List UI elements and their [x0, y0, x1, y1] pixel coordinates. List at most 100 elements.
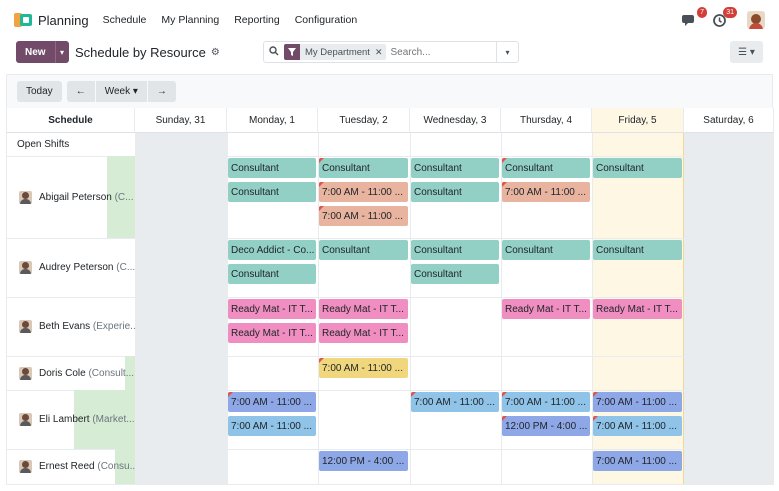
shift-pill[interactable]: Consultant — [411, 182, 499, 202]
shift-pill[interactable]: Ready Mat - IT T... — [228, 299, 316, 319]
resource-name: Abigail Peterson (C... — [39, 191, 134, 203]
day-header: Monday, 1 — [227, 108, 318, 133]
resource-row-header[interactable]: Ernest Reed (Consu... — [7, 449, 135, 484]
view-switcher-list-icon[interactable]: ☰ ▾ — [730, 41, 763, 63]
day-header: Sunday, 31 — [135, 108, 227, 133]
activity-badge: 31 — [723, 7, 737, 18]
shift-pill[interactable]: Consultant — [593, 240, 682, 260]
shift-pill[interactable]: 7:00 AM - 11:00 ... — [319, 358, 408, 378]
avatar — [19, 460, 32, 473]
shift-pill[interactable]: 7:00 AM - 11:00 ... — [593, 451, 682, 471]
avatar — [19, 320, 32, 333]
resource-row-header[interactable]: Beth Evans (Experie... — [7, 297, 135, 356]
day-header: Tuesday, 2 — [318, 108, 410, 133]
top-navbar: Planning Schedule My Planning Reporting … — [0, 0, 779, 40]
shift-pill[interactable]: Ready Mat - IT T... — [502, 299, 590, 319]
avatar — [19, 366, 32, 380]
resource-name: Audrey Peterson (C... — [39, 262, 135, 273]
resource-row-header[interactable]: Eli Lambert (Market... — [7, 390, 135, 449]
shift-pill[interactable]: Consultant — [411, 240, 499, 260]
menu-reporting[interactable]: Reporting — [234, 14, 280, 26]
day-header: Saturday, 6 — [684, 108, 774, 133]
shift-pill[interactable]: Ready Mat - IT T... — [319, 323, 408, 343]
shift-pill[interactable]: 7:00 AM - 11:00 ... — [502, 182, 590, 202]
day-header: Friday, 5 — [592, 108, 684, 133]
column-divider — [135, 133, 136, 484]
shift-pill[interactable]: Consultant — [228, 182, 316, 202]
shift-pill[interactable]: Consultant — [502, 158, 590, 178]
weekend-column — [135, 133, 227, 484]
app-name[interactable]: Planning — [38, 13, 89, 28]
planning-logo-icon — [14, 13, 32, 27]
row-divider — [7, 484, 774, 485]
shift-pill[interactable]: 7:00 AM - 11:00 ... — [411, 392, 499, 412]
gantt-toolbar: Today ← Week ▾ → — [17, 81, 176, 102]
weekend-column — [684, 133, 774, 484]
chat-icon[interactable]: 7 — [679, 7, 707, 30]
shift-pill[interactable]: 7:00 AM - 11:00 ... — [319, 206, 408, 226]
search-bar: My Department ✕ ▾ — [263, 41, 519, 63]
menu-schedule[interactable]: Schedule — [103, 14, 147, 26]
menu-my-planning[interactable]: My Planning — [161, 14, 219, 26]
page-title: Schedule by Resource ⚙ — [75, 45, 220, 60]
period-controls: ← Week ▾ → — [66, 81, 176, 102]
resource-role: (Consult... — [85, 367, 135, 379]
scale-dropdown[interactable]: Week ▾ — [95, 81, 148, 102]
shift-pill[interactable]: 7:00 AM - 11:00 ... — [593, 416, 682, 436]
today-button[interactable]: Today — [17, 81, 62, 102]
shift-pill[interactable]: Ready Mat - IT T... — [593, 299, 682, 319]
brand[interactable]: Planning — [14, 13, 103, 28]
shift-pill[interactable]: 12:00 PM - 4:00 ... — [319, 451, 408, 471]
resource-row-header[interactable]: Doris Cole (Consult... — [7, 356, 135, 390]
search-icon[interactable] — [264, 45, 284, 59]
avatar — [19, 261, 32, 274]
day-header: Thursday, 4 — [501, 108, 592, 133]
shift-pill[interactable]: 7:00 AM - 11:00 ... — [502, 392, 590, 412]
new-dropdown-chevron-icon[interactable]: ▾ — [54, 41, 69, 63]
day-header: Wednesday, 3 — [410, 108, 501, 133]
shift-pill[interactable]: 7:00 AM - 11:00 ... — [228, 392, 316, 412]
filter-facet: My Department ✕ — [284, 44, 387, 60]
shift-pill[interactable]: Consultant — [502, 240, 590, 260]
shift-pill[interactable]: Ready Mat - IT T... — [319, 299, 408, 319]
next-arrow-icon[interactable]: → — [147, 81, 176, 102]
shift-pill[interactable]: 7:00 AM - 11:00 ... — [228, 416, 316, 436]
resource-name: Ernest Reed (Consu... — [39, 461, 135, 472]
filter-icon — [284, 44, 300, 60]
resource-role: (Experie... — [90, 321, 135, 332]
new-button-group: New ▾ — [16, 41, 69, 63]
activity-clock-icon[interactable]: 31 — [709, 7, 737, 30]
new-button[interactable]: New — [16, 41, 55, 63]
shift-pill[interactable]: 7:00 AM - 11:00 ... — [319, 182, 408, 202]
shift-pill[interactable]: Consultant — [411, 158, 499, 178]
shift-pill[interactable]: Ready Mat - IT T... — [228, 323, 316, 343]
search-options-chevron-icon[interactable]: ▾ — [496, 42, 518, 62]
resource-name: Beth Evans (Experie... — [39, 321, 135, 332]
shift-pill[interactable]: 12:00 PM - 4:00 ... — [502, 416, 590, 436]
resource-role: (Consu... — [94, 461, 135, 472]
facet-remove-icon[interactable]: ✕ — [375, 47, 387, 58]
previous-arrow-icon[interactable]: ← — [66, 81, 96, 102]
column-divider — [684, 133, 685, 484]
shift-pill[interactable]: Consultant — [593, 158, 682, 178]
gantt-view: Today ← Week ▾ → Schedule Sunday, 31 Monda… — [6, 74, 774, 486]
resource-row-header[interactable]: Audrey Peterson (C... — [7, 238, 135, 297]
schedule-grid: Schedule Sunday, 31 Monday, 1 Tuesday, 2 Wed… — [7, 108, 774, 486]
shift-pill[interactable]: Consultant — [319, 240, 408, 260]
gear-icon[interactable]: ⚙ — [211, 47, 220, 58]
user-avatar[interactable] — [747, 11, 765, 29]
shift-pill[interactable]: Consultant — [228, 158, 316, 178]
resource-name: Doris Cole (Consult... — [39, 367, 135, 379]
chat-badge: 7 — [697, 7, 707, 18]
resource-row-header[interactable]: Abigail Peterson (C... — [7, 156, 135, 238]
menu-configuration[interactable]: Configuration — [295, 14, 357, 26]
shift-pill[interactable]: 7:00 AM - 11:00 ... — [593, 392, 682, 412]
search-input[interactable] — [390, 46, 491, 58]
resource-name: Eli Lambert (Market... — [39, 414, 135, 425]
shift-pill[interactable]: Consultant — [319, 158, 408, 178]
control-panel: New ▾ Schedule by Resource ⚙ My Departme… — [0, 40, 779, 74]
shift-pill[interactable]: Consultant — [228, 264, 316, 284]
shift-pill[interactable]: Consultant — [411, 264, 499, 284]
shift-pill[interactable]: Deco Addict - Co... — [228, 240, 316, 260]
resource-role: (Market... — [89, 414, 135, 425]
